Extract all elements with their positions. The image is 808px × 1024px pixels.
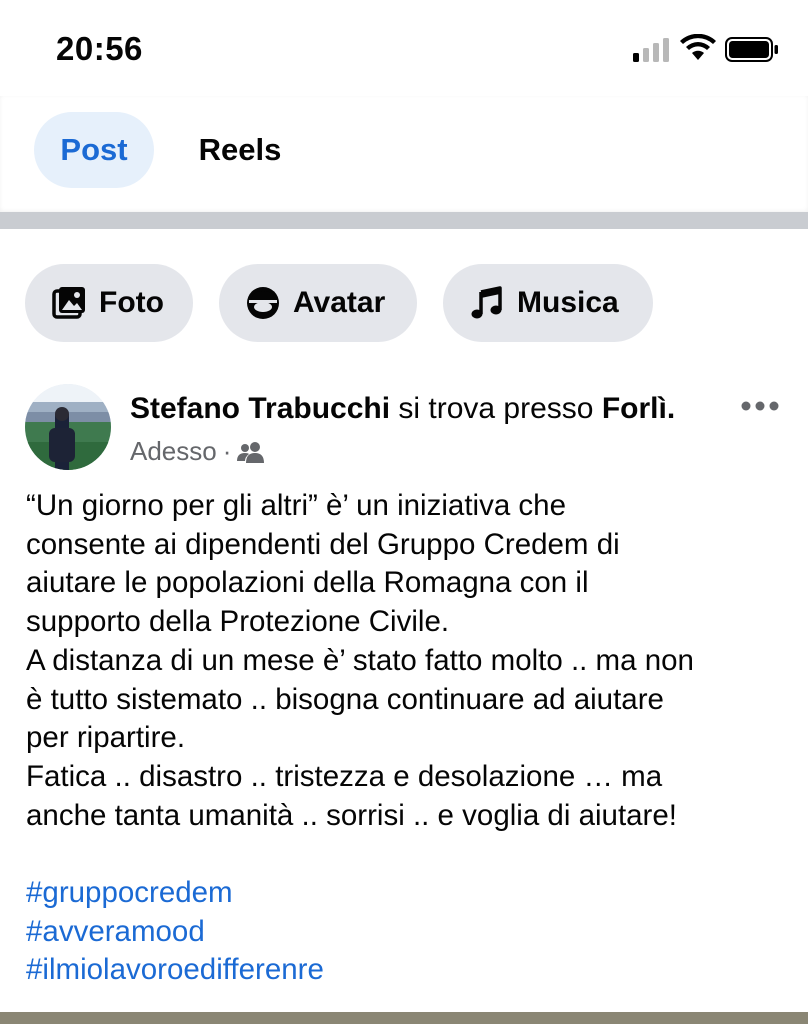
tab-reels[interactable]: Reels	[178, 112, 302, 188]
post-body-line: Fatica .. disastro .. tristezza e desola…	[26, 759, 663, 793]
post-body-line: aiutare le popolazioni della Romagna con…	[26, 566, 589, 600]
post-body-line: “Un giorno per gli altri” è’ un iniziati…	[26, 489, 566, 522]
post-body-line: supporto della Protezione Civile.	[26, 605, 450, 639]
author-avatar[interactable]	[25, 384, 111, 470]
meta-separator: ·	[222, 436, 232, 466]
avatar-icon	[247, 287, 279, 319]
post-body-line: per ripartire.	[26, 721, 186, 755]
avatar-photo	[25, 384, 111, 470]
hashtag-list: #gruppocredem #avveramood #ilmiolavoroed…	[26, 874, 324, 990]
post-body: “Un giorno per gli altri” è’ un iniziati…	[26, 487, 796, 835]
hashtag-link[interactable]: #avveramood	[26, 913, 324, 952]
status-bar: 20:56	[0, 0, 808, 96]
battery-icon	[725, 37, 778, 62]
post-author-line: Stefano Trabucchi si trova presso Forlì.	[130, 392, 675, 426]
post-body-line: consente ai dipendenti del Gruppo Credem…	[26, 527, 620, 561]
photo-icon	[52, 287, 85, 319]
musica-label: Musica	[517, 286, 619, 319]
media-preview-edge	[0, 1012, 808, 1024]
hashtag-link[interactable]: #gruppocredem	[26, 874, 324, 913]
musica-button[interactable]: Musica	[443, 264, 653, 342]
post-body-line: è tutto sistemato .. bisogna continuare …	[26, 682, 664, 716]
hashtag-link[interactable]: #ilmiolavoroedifferenre	[26, 951, 324, 990]
status-time: 20:56	[56, 30, 143, 67]
post-timestamp[interactable]: Adesso	[130, 436, 217, 467]
section-divider	[0, 212, 808, 229]
author-name[interactable]: Stefano Trabucchi	[130, 392, 390, 425]
more-options-icon[interactable]	[740, 394, 780, 418]
location-prefix: si trova presso	[398, 392, 594, 425]
tab-post[interactable]: Post	[34, 112, 154, 188]
avatar-label: Avatar	[293, 286, 386, 319]
post-body-line: anche tanta umanità .. sorrisi .. e vogl…	[26, 798, 677, 832]
cellular-signal-icon	[633, 38, 669, 62]
friends-icon	[237, 441, 265, 463]
profile-tabs: Post Reels	[0, 96, 808, 212]
foto-label: Foto	[99, 286, 164, 319]
wifi-icon	[680, 34, 716, 60]
avatar-button[interactable]: Avatar	[219, 264, 417, 342]
post-body-line: A distanza di un mese è’ stato fatto mol…	[26, 643, 694, 677]
post-meta: Adesso ·	[130, 436, 265, 467]
music-note-icon	[471, 286, 502, 319]
location-name[interactable]: Forlì.	[602, 392, 675, 425]
foto-button[interactable]: Foto	[25, 264, 193, 342]
